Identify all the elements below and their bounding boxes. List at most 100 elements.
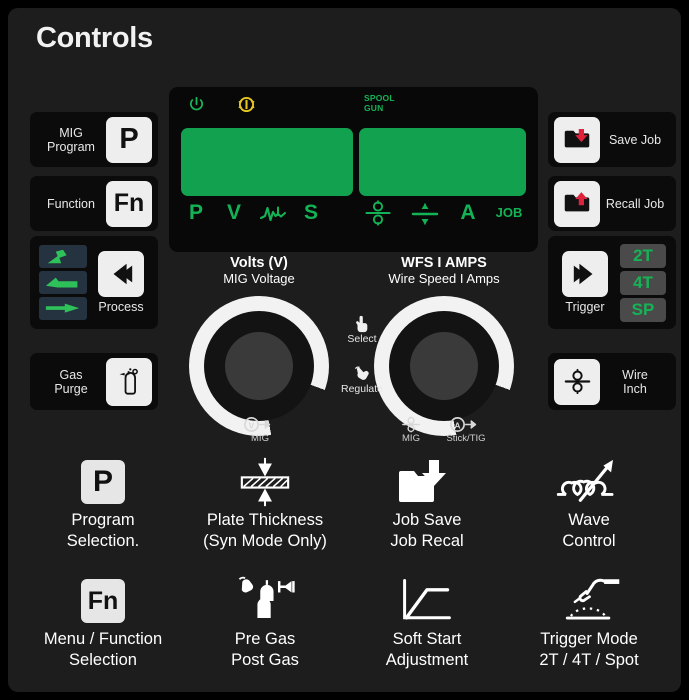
function-label: Function [47,196,95,211]
volts-knob-caption: Volts (V) MIG Voltage [178,255,340,286]
hand-press-icon [356,315,368,333]
right-readout [359,128,526,196]
gas-purge-button[interactable]: Gas Purge [30,353,158,410]
wire-speed-mig-icon-group: MIG [386,416,436,444]
indicator-seconds: S [303,201,318,224]
legend-plate-thickness: Plate Thickness (Syn Mode Only) [184,454,346,552]
legend-softstart-text: Soft Start Adjustment [385,630,469,669]
wire-speed-mig-label: MIG [402,433,420,444]
plate-thickness-icon [184,454,346,510]
volts-knob[interactable] [189,296,329,436]
legend-menu-text: Menu / Function Selection [43,630,163,669]
gas-purge-label: Gas Purge [54,367,88,396]
trigger-mode-4t[interactable]: 4T [620,270,666,295]
display-module: SPOOL GUN P V S A JOB [169,87,538,252]
volts-knob-title: Volts (V) [230,255,288,271]
wire-rollers-icon[interactable] [554,358,600,405]
trigger-label: Trigger [565,300,605,314]
mig-program-button[interactable]: MIG Program P [30,112,158,167]
legend-program-icon: P [22,454,184,510]
process-mode-indicators [36,245,90,320]
process-mode-stick-icon [39,271,87,294]
volts-knob-subtitle: MIG Voltage [223,271,295,286]
legend-trigger-text: Trigger Mode 2T / 4T / Spot [539,630,639,669]
select-action: Select [333,315,391,345]
wire-speed-mig-icon [402,416,420,433]
save-job-label: Save Job [608,132,662,147]
legend-gas-text: Pre Gas Post Gas [231,630,299,669]
trigger-mode-2t[interactable]: 2T [620,243,666,268]
regulate-action: Regulate [328,365,396,395]
wfs-knob-cap[interactable] [410,332,478,400]
recall-job-button[interactable]: Recall Job [548,176,676,231]
letter-p-keycap[interactable]: P [106,116,152,163]
svg-text:A: A [454,420,460,430]
indicator-inductance-icon [259,203,289,223]
indicator-amps: A [460,201,476,224]
indicator-volts: V [226,201,241,224]
legend-program-selection: P Program Selection. [22,454,184,552]
indicator-program: P [188,201,203,224]
gas-bottles-icon [184,573,346,629]
legend-job-text: Job Save Job Recal [390,511,464,550]
legend-folder-down-arrow-icon [346,454,508,510]
spool-gun-line2: GUN [364,102,384,113]
volts-mig-icon: V [244,417,271,432]
folder-up-arrow-icon[interactable] [554,180,600,227]
folder-down-arrow-icon[interactable] [554,116,600,163]
function-button[interactable]: Function Fn [30,176,158,231]
control-panel: Controls SPOOL GUN P V S A JOB MIG Progr… [8,8,681,692]
amps-stick-tig-icon-group: A Stick/TIG [431,416,501,444]
power-icon [188,96,205,113]
indicator-lamp-row: P V S A JOB [169,199,538,229]
indicator-job: JOB [495,205,523,220]
recall-job-label: Recall Job [605,196,665,211]
amps-stick-tig-label: Stick/TIG [446,433,486,444]
legend-plate-text: Plate Thickness (Syn Mode Only) [203,511,327,550]
legend-trigger-mode: Trigger Mode 2T / 4T / Spot [508,573,670,671]
legend-wave-control: Wave Control [508,454,670,552]
amps-stick-tig-icon: A [450,417,477,432]
indicator-plate-thickness-icon [410,202,440,226]
trigger-mode-indicators: 2T 4T SP [616,243,670,322]
svg-text:V: V [249,420,255,430]
volts-mig-icon-group: V MIG [218,416,302,444]
mig-program-label: MIG Program [47,125,95,154]
select-label: Select [347,333,377,345]
legend-wave-text: Wave Control [562,511,616,550]
spool-gun-indicator: SPOOL GUN [364,93,395,113]
legend-soft-start: Soft Start Adjustment [346,573,508,671]
process-mode-mig-icon [39,245,87,268]
regulate-label: Regulate [340,383,384,395]
volts-mig-label: MIG [251,433,269,444]
trigger-button[interactable]: Trigger 2T 4T SP [548,236,676,329]
wfs-knob-caption: WFS I AMPS Wire Speed I Amps [363,255,525,286]
left-readout [181,128,353,196]
legend-job-save-recall: Job Save Job Recal [346,454,508,552]
soft-start-curve-icon [346,573,508,629]
welding-torch-icon [508,573,670,629]
page-title: Controls [36,22,153,54]
legend-pre-post-gas: Pre Gas Post Gas [184,573,346,671]
wave-arrow-icon [508,454,670,510]
wire-inch-button[interactable]: Wire Inch [548,353,676,410]
gas-bottle-icon[interactable] [106,357,152,406]
legend-program-text: Program Selection. [66,511,140,550]
save-job-button[interactable]: Save Job [548,112,676,167]
trigger-mode-sp[interactable]: SP [620,297,666,322]
wfs-knob-subtitle: Wire Speed I Amps [388,271,500,286]
wfs-knob-title: WFS I AMPS [401,255,487,271]
legend-fn-icon: Fn [22,573,184,629]
letter-fn-keycap[interactable]: Fn [106,180,152,227]
process-label: Process [98,300,144,314]
thermal-warning-icon [237,95,256,114]
volts-knob-cap[interactable] [225,332,293,400]
legend-menu-function: Fn Menu / Function Selection [22,573,184,671]
process-mode-tig-icon [39,297,87,320]
hand-rotate-icon [354,366,369,380]
left-triangle-icon[interactable] [98,251,144,297]
process-button[interactable]: Process [30,236,158,329]
wire-inch-label: Wire Inch [622,367,648,396]
indicator-wire-speed-icon [365,200,391,226]
right-triangle-icon[interactable] [562,251,608,297]
